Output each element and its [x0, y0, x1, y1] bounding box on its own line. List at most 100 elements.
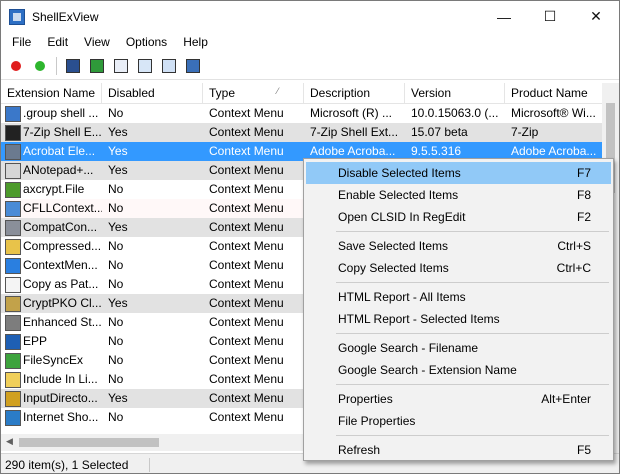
cell-version: 10.0.15063.0 (... [411, 106, 499, 120]
cell-disabled: No [108, 201, 124, 215]
column-header-product[interactable]: Product Name [505, 83, 602, 103]
cell-type: Context Menu [209, 220, 284, 234]
refresh-icon [89, 58, 104, 73]
scroll-left-arrow-icon[interactable]: ◀ [6, 436, 13, 447]
cell-type: Context Menu [209, 106, 284, 120]
cell-version: 15.07 beta [411, 125, 468, 139]
copy-icon [113, 58, 128, 73]
cell-disabled: No [108, 182, 124, 196]
sync-check-icon [5, 352, 21, 369]
app-window: ShellExView — ☐ ✕ File Edit View Options… [0, 0, 620, 474]
cell-disabled: Yes [108, 125, 128, 139]
context-menu-item[interactable]: Disable Selected Items F7 [306, 162, 611, 184]
cell-disabled: Yes [108, 296, 128, 310]
refresh-button[interactable] [87, 56, 106, 75]
cell-extension-name: Include In Li... [1, 370, 102, 389]
toolbar-separator [56, 56, 57, 75]
input-icon [5, 390, 21, 407]
extension-name-text: Internet Sho... [23, 410, 99, 424]
extension-name-text: ContextMen... [23, 258, 98, 272]
context-menu-item[interactable]: File Properties [306, 410, 611, 432]
context-menu-label: Refresh [338, 443, 381, 457]
context-menu-item[interactable]: Save Selected Items Ctrl+S [306, 235, 611, 257]
context-menu-separator [336, 282, 609, 283]
context-menu-label: Disable Selected Items [338, 166, 461, 180]
minimize-button[interactable]: — [481, 1, 527, 32]
context-menu-shortcut: Ctrl+S [557, 239, 591, 253]
cell-disabled: No [108, 106, 124, 120]
cell-extension-name: Acrobat Ele... [1, 142, 102, 161]
menu-bar: File Edit View Options Help [1, 32, 619, 52]
column-header-description[interactable]: Description [304, 83, 405, 103]
cell-type: Context Menu [209, 239, 284, 253]
cell-type: Context Menu [209, 144, 284, 158]
save-button[interactable] [63, 56, 82, 75]
maximize-button[interactable]: ☐ [527, 1, 573, 32]
cell-type: Context Menu [209, 258, 284, 272]
context-menu-shortcut: F2 [576, 210, 591, 224]
cell-type: Context Menu [209, 163, 284, 177]
context-menu-item[interactable]: HTML Report - Selected Items [306, 308, 611, 330]
cell-disabled: No [108, 315, 124, 329]
context-menu-item[interactable]: Google Search - Filename [306, 337, 611, 359]
cell-extension-name: EPP [1, 332, 102, 351]
properties-button[interactable] [159, 56, 178, 75]
cell-disabled: Yes [108, 391, 128, 405]
column-header-name[interactable]: Extension Name [1, 83, 102, 103]
menu-help[interactable]: Help [175, 35, 216, 49]
cell-type: Context Menu [209, 296, 284, 310]
menu-edit[interactable]: Edit [39, 35, 76, 49]
cell-type: Context Menu [209, 125, 284, 139]
context-menu-item[interactable]: Copy Selected Items Ctrl+C [306, 257, 611, 279]
cell-disabled: No [108, 239, 124, 253]
context-menu-item[interactable]: Open CLSID In RegEdit F2 [306, 206, 611, 228]
column-header-type[interactable]: Type ⁄ [203, 83, 304, 103]
cell-type: Context Menu [209, 201, 284, 215]
context-menu-label: Save Selected Items [338, 239, 449, 253]
notepad-icon [5, 162, 21, 179]
menu-file[interactable]: File [4, 35, 39, 49]
zip-folder-icon [5, 238, 21, 255]
compat-icon [5, 219, 21, 236]
save-icon [65, 58, 80, 73]
context-menu-shortcut: Alt+Enter [541, 392, 591, 406]
epp-icon [5, 333, 21, 350]
extension-name-text: InputDirecto... [23, 391, 98, 405]
table-row[interactable]: 7-Zip Shell E... Yes Context Menu 7-Zip She… [1, 123, 602, 142]
context-menu-item[interactable]: Enable Selected Items F8 [306, 184, 611, 206]
extension-name-text: EPP [23, 334, 48, 348]
cell-product: Microsoft® Wi... [511, 106, 596, 120]
column-header-version[interactable]: Version [405, 83, 505, 103]
menu-options[interactable]: Options [118, 35, 175, 49]
cell-disabled: No [108, 410, 124, 424]
cell-description: 7-Zip Shell Ext... [310, 125, 399, 139]
context-menu: Disable Selected Items F7 Enable Selected … [303, 158, 614, 461]
context-menu-item[interactable]: Refresh F5 [306, 439, 611, 461]
shield-icon [5, 181, 21, 198]
title-bar[interactable]: ShellExView — ☐ ✕ [1, 1, 619, 32]
menu-view[interactable]: View [76, 35, 118, 49]
html-report-button[interactable] [135, 56, 154, 75]
cell-disabled: Yes [108, 144, 128, 158]
cell-type: Context Menu [209, 372, 284, 386]
context-menu-item[interactable]: HTML Report - All Items [306, 286, 611, 308]
context-menu-label: HTML Report - All Items [338, 290, 466, 304]
horizontal-scroll-thumb[interactable] [19, 438, 159, 447]
context-menu-item[interactable]: Google Search - Extension Name [306, 359, 611, 381]
magnifier-icon [5, 200, 21, 217]
disable-red-dot-button[interactable] [6, 56, 25, 75]
toolbar [1, 52, 619, 80]
table-row[interactable]: .group shell ... No Context Menu Microsoft … [1, 104, 602, 123]
context-menu-label: File Properties [338, 414, 416, 428]
column-header-disabled[interactable]: Disabled [102, 83, 203, 103]
enable-green-dot-button[interactable] [30, 56, 49, 75]
context-menu-item[interactable]: Properties Alt+Enter [306, 388, 611, 410]
cell-disabled: No [108, 258, 124, 272]
context-menu-separator [336, 435, 609, 436]
context-menu-shortcut: Ctrl+C [556, 261, 591, 275]
copy-button[interactable] [111, 56, 130, 75]
extension-name-text: CFLLContext... [23, 201, 102, 215]
close-button[interactable]: ✕ [573, 1, 619, 32]
exit-button[interactable] [183, 56, 202, 75]
context-menu-label: HTML Report - Selected Items [338, 312, 500, 326]
